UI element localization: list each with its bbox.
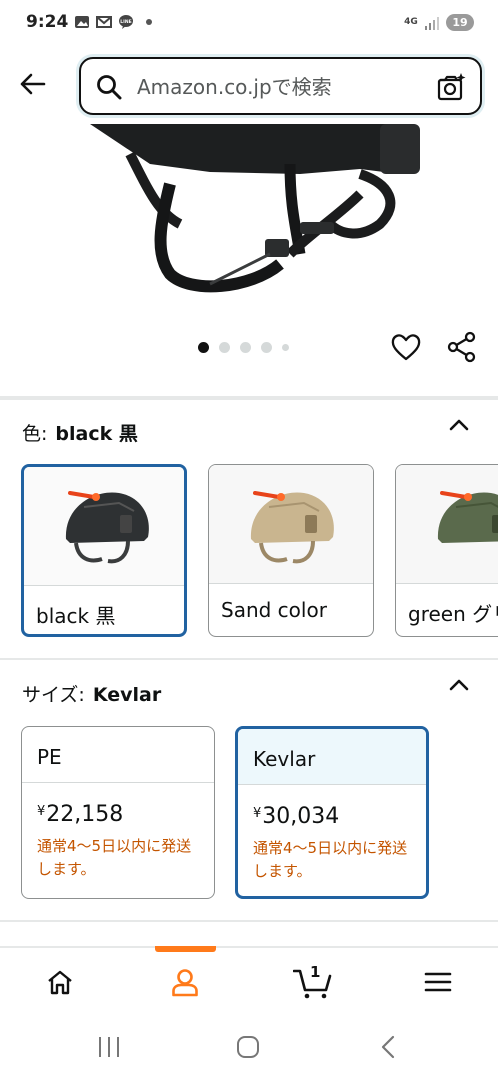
signal-icon <box>425 16 439 30</box>
system-recents-button[interactable] <box>89 1030 129 1064</box>
carousel-dot[interactable] <box>219 342 230 353</box>
helmet-image <box>65 491 149 564</box>
currency-symbol: ¥ <box>253 806 262 821</box>
color-options: black 黒 Sand color green グ <box>0 464 498 638</box>
color-section-header: 色: black 黒 <box>22 419 138 446</box>
price-value: 30,034 <box>262 804 340 829</box>
selected-color-value: black 黒 <box>55 423 138 445</box>
notification-icons: LINE <box>74 14 152 30</box>
color-option-sand[interactable]: Sand color <box>208 464 374 637</box>
size-option-price: ¥30,034 <box>253 804 339 829</box>
size-option-pe[interactable]: PE ¥22,158 通常4～5日以内に発送します。 <box>21 726 215 899</box>
size-option-price: ¥22,158 <box>37 802 123 827</box>
chevron-up-icon[interactable] <box>448 674 470 696</box>
size-option-header: PE <box>22 727 214 783</box>
gmail-icon <box>96 16 112 28</box>
notification-dot-icon <box>146 19 152 25</box>
size-option-header: Kevlar <box>238 729 426 785</box>
size-option-name: PE <box>37 745 62 769</box>
chevron-up-icon[interactable] <box>448 414 470 436</box>
search-bar[interactable] <box>79 57 482 115</box>
nav-account[interactable] <box>160 960 210 1004</box>
active-tab-indicator <box>155 946 216 952</box>
carousel-dot[interactable] <box>261 342 272 353</box>
color-thumbnail <box>24 467 184 585</box>
color-label: 色: <box>22 423 48 445</box>
selected-size-value: Kevlar <box>92 684 162 706</box>
cart-count-badge: 1 <box>310 963 321 981</box>
image-carousel-indicator <box>198 342 289 353</box>
home-icon <box>48 970 72 995</box>
line-icon: LINE <box>119 15 133 29</box>
card-divider <box>209 583 373 584</box>
color-option-name: green グリ <box>408 602 498 626</box>
section-divider <box>0 396 498 400</box>
system-back-button[interactable] <box>368 1030 408 1064</box>
nav-menu[interactable] <box>413 960 463 1004</box>
nav-home[interactable] <box>35 960 85 1004</box>
product-image[interactable] <box>60 124 440 304</box>
size-label: サイズ: <box>22 684 85 706</box>
share-icon[interactable] <box>446 331 478 363</box>
nav-cart[interactable]: 1 <box>288 960 338 1004</box>
system-home-button[interactable] <box>228 1030 268 1064</box>
menu-icon <box>424 972 452 992</box>
status-time: 9:24 <box>26 12 69 32</box>
color-option-name: Sand color <box>221 598 327 622</box>
carousel-dot[interactable] <box>198 342 209 353</box>
card-divider <box>24 585 184 586</box>
size-option-kevlar[interactable]: Kevlar ¥30,034 通常4～5日以内に発送します。 <box>235 726 429 899</box>
account-icon <box>172 969 198 997</box>
color-thumbnail <box>209 465 373 583</box>
carousel-dot[interactable] <box>240 342 251 353</box>
color-option-green[interactable]: green グリ <box>395 464 498 637</box>
size-option-name: Kevlar <box>253 747 316 771</box>
section-divider <box>0 920 498 922</box>
network-label: 4G <box>404 17 418 27</box>
search-input[interactable] <box>137 71 427 103</box>
camera-search-icon[interactable] <box>436 72 466 102</box>
color-thumbnail <box>396 465 498 583</box>
bottom-nav-divider <box>0 946 498 948</box>
carousel-dot[interactable] <box>282 344 289 351</box>
color-option-black[interactable]: black 黒 <box>21 464 187 637</box>
shipping-info: 通常4～5日以内に発送します。 <box>253 839 408 880</box>
back-icon <box>381 1035 395 1059</box>
back-arrow-icon <box>20 73 46 95</box>
search-icon <box>97 75 122 100</box>
back-button[interactable] <box>12 64 52 104</box>
recents-icon <box>99 1037 119 1057</box>
home-circle-icon <box>237 1036 259 1058</box>
price-value: 22,158 <box>46 802 124 827</box>
gallery-icon <box>75 16 89 28</box>
svg-text:LINE: LINE <box>120 19 131 25</box>
system-status: 4G 19 <box>404 14 474 31</box>
size-section-header: サイズ: Kevlar <box>22 680 161 707</box>
helmet-image <box>250 491 334 564</box>
status-bar: 9:24 LINE 4G 19 <box>0 0 498 48</box>
battery-icon: 19 <box>446 14 474 31</box>
shipping-info: 通常4～5日以内に発送します。 <box>37 837 192 878</box>
card-divider <box>396 583 498 584</box>
color-option-name: black 黒 <box>36 604 116 628</box>
heart-icon[interactable] <box>390 331 422 363</box>
section-divider <box>0 658 498 660</box>
currency-symbol: ¥ <box>37 804 46 819</box>
helmet-image <box>437 491 498 543</box>
